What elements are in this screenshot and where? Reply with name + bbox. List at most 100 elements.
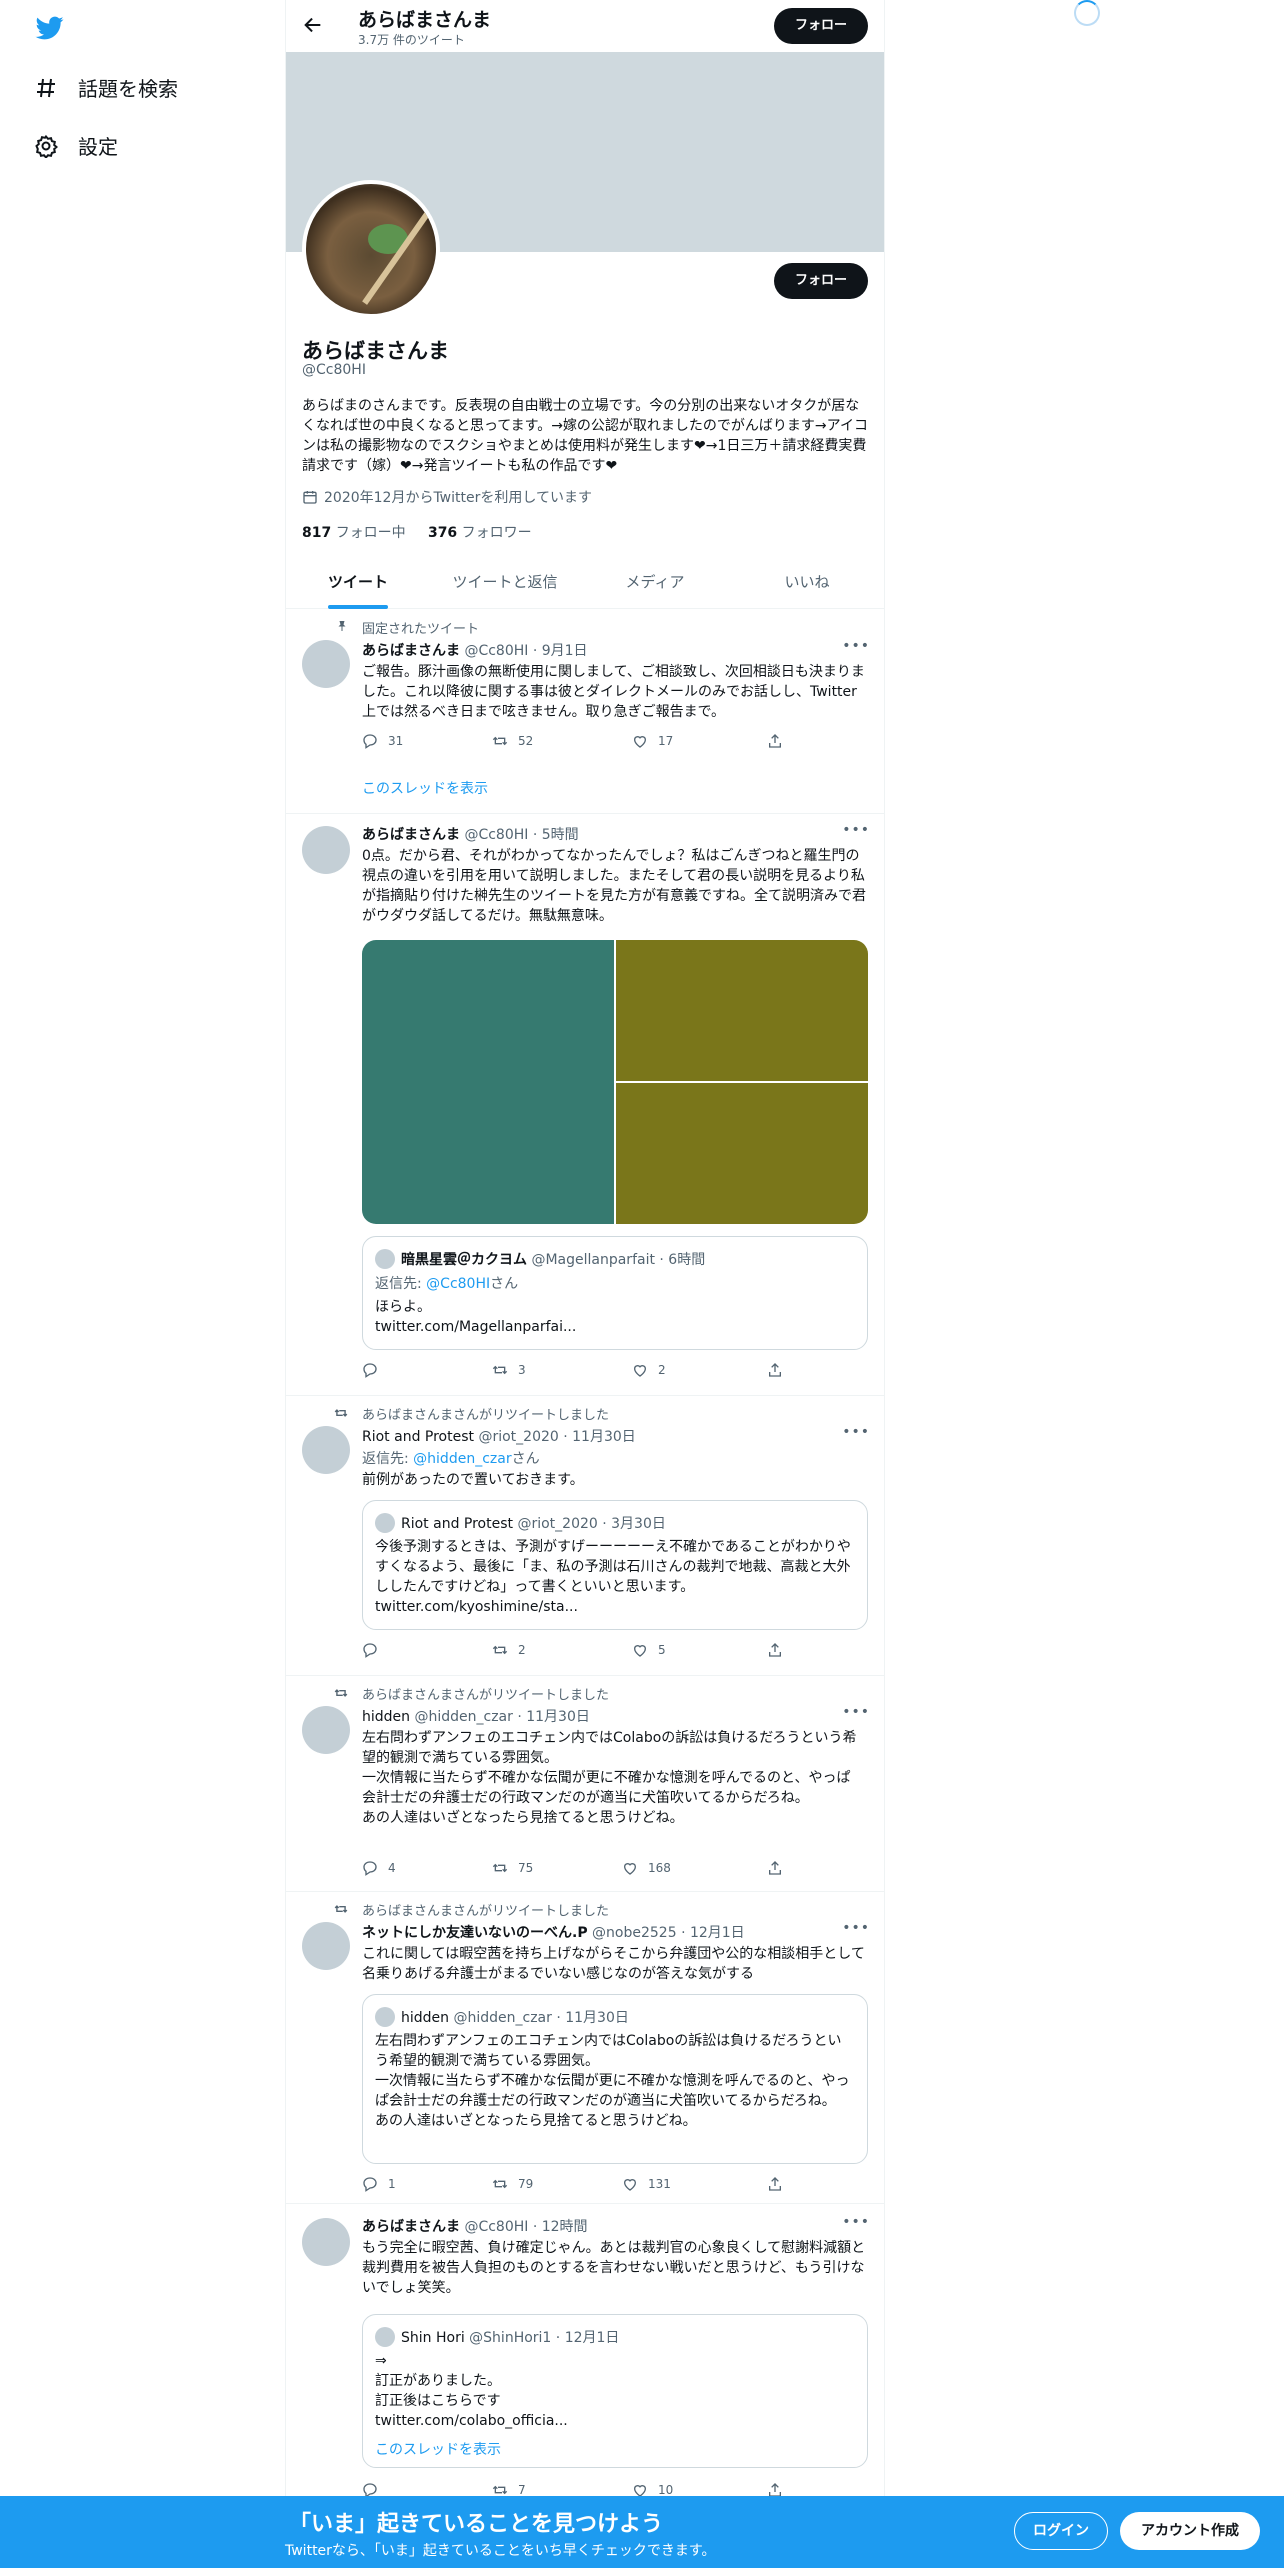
reply-count: 31 <box>388 734 404 748</box>
tweet[interactable]: あらばまさんまさんがリツイートしました hidden @hidden_czar … <box>286 1676 884 1892</box>
reply-button[interactable]: 31 <box>362 733 403 749</box>
follow-stats: 817 フォロー中 376 フォロワー <box>302 522 532 542</box>
tweet[interactable]: あらばまさんま @Cc80HI · 12時間 ••• もう完全に暇空茜、負け確定… <box>286 2204 884 2504</box>
more-options-icon[interactable]: ••• <box>842 1704 870 1720</box>
like-button[interactable]: 168 <box>622 1860 671 1876</box>
share-button[interactable] <box>767 733 783 749</box>
retweet-button[interactable]: 52 <box>492 733 533 749</box>
login-button[interactable]: ログイン <box>1014 2512 1108 2550</box>
retweet-button[interactable]: 75 <box>492 1860 533 1876</box>
more-options-icon[interactable]: ••• <box>842 1920 870 1936</box>
like-button[interactable]: 131 <box>622 2176 671 2192</box>
retweet-context[interactable]: あらばまさんまさんがリツイートしました <box>362 1404 609 1423</box>
twitter-bird-icon[interactable] <box>34 14 66 42</box>
avatar-image-detail <box>362 203 436 305</box>
share-button[interactable] <box>767 1860 783 1876</box>
tweet[interactable]: あらばまさんまさんがリツイートしました ネットにしか友達いないのーべん.P @n… <box>286 1892 884 2204</box>
avatar[interactable] <box>302 1426 350 1474</box>
more-options-icon[interactable]: ••• <box>842 2214 870 2230</box>
following-link[interactable]: 817 フォロー中 <box>302 525 406 541</box>
back-arrow-icon[interactable] <box>302 14 324 36</box>
author-handle-time: @Cc80HI · 12時間 <box>464 2219 588 2235</box>
header-follow-button[interactable]: フォロー <box>774 8 868 44</box>
tab-likes[interactable]: いいね <box>730 556 884 609</box>
sidebar-item-settings[interactable]: 設定 <box>34 131 118 160</box>
reply-button[interactable]: 1 <box>362 2176 396 2192</box>
profile-bio: あらばまのさんまです。反表現の自由戦士の立場です。今の分別の出来ないオタクが居な… <box>302 398 868 474</box>
reply-button[interactable] <box>362 1362 388 1378</box>
show-thread-link[interactable]: このスレッドを表示 <box>362 778 488 798</box>
more-options-icon[interactable]: ••• <box>842 1424 870 1440</box>
author-name[interactable]: hidden <box>362 1709 410 1725</box>
tweet[interactable]: あらばまさんまさんがリツイートしました Riot and Protest @ri… <box>286 1396 884 1676</box>
followers-count: 376 <box>427 525 458 541</box>
profile-avatar[interactable] <box>302 180 440 318</box>
reply-to-line: 返信先: @hidden_czarさん <box>362 1448 540 1468</box>
tab-media[interactable]: メディア <box>580 556 730 609</box>
joined-date: 2020年12月からTwitterを利用しています <box>302 487 592 507</box>
media-image[interactable] <box>616 1083 868 1224</box>
tab-tweets-and-replies[interactable]: ツイートと返信 <box>430 556 580 609</box>
avatar[interactable] <box>302 1706 350 1754</box>
quote-text: 今後予測するときは、予測がすげーーーーーえ不確かであることがわかりやすくなるよう… <box>375 1539 851 1615</box>
retweet-button[interactable]: 79 <box>492 2176 533 2192</box>
quoted-tweet[interactable]: Riot and Protest @riot_2020 · 3月30日 今後予測… <box>362 1500 868 1630</box>
author-handle-time: @hidden_czar · 11月30日 <box>414 1709 590 1725</box>
retweet-icon <box>492 2179 508 2189</box>
avatar[interactable] <box>302 1922 350 1970</box>
author-name[interactable]: あらばまさんま <box>362 2219 460 2235</box>
more-options-icon[interactable]: ••• <box>842 822 870 838</box>
following-label: フォロー中 <box>335 525 406 541</box>
retweet-count: 3 <box>518 1363 526 1377</box>
more-options-icon[interactable]: ••• <box>842 638 870 654</box>
share-button[interactable] <box>767 2176 783 2192</box>
sidebar-item-explore[interactable]: 話題を検索 <box>34 73 178 102</box>
avatar[interactable] <box>302 640 350 688</box>
author-name[interactable]: ネットにしか友達いないのーべん.P <box>362 1925 588 1941</box>
author-name[interactable]: あらばまさんま <box>362 827 460 843</box>
author-name[interactable]: あらばまさんま <box>362 643 460 659</box>
retweet-button[interactable]: 2 <box>492 1642 526 1658</box>
calendar-icon <box>303 491 317 504</box>
tab-tweets[interactable]: ツイート <box>286 556 430 609</box>
quoted-tweet[interactable]: 暗黒星雲＠カクヨム @Magellanparfait · 6時間 返信先: @C… <box>362 1236 868 1350</box>
retweet-context[interactable]: あらばまさんまさんがリツイートしました <box>362 1684 609 1703</box>
reply-prefix: 返信先: <box>375 1276 427 1292</box>
author-handle-time: @riot_2020 · 11月30日 <box>478 1429 636 1445</box>
share-button[interactable] <box>767 1642 783 1658</box>
media-image[interactable] <box>616 940 868 1081</box>
reply-to-link[interactable]: @Cc80HI <box>426 1276 490 1292</box>
media-image[interactable] <box>362 940 614 1224</box>
profile-follow-button[interactable]: フォロー <box>774 263 868 299</box>
share-icon <box>769 734 781 748</box>
author-name[interactable]: Riot and Protest <box>362 1429 474 1445</box>
retweet-count: 2 <box>518 1643 526 1657</box>
avatar[interactable] <box>302 2218 350 2266</box>
reply-icon <box>363 734 377 749</box>
tweet[interactable]: あらばまさんま @Cc80HI · 5時間 ••• 0点。だから君、それがわかっ… <box>286 814 884 1396</box>
avatar[interactable] <box>302 826 350 874</box>
media-grid[interactable] <box>362 940 868 1224</box>
tweet-actions: 2 5 <box>362 1642 792 1662</box>
reply-to-link[interactable]: @hidden_czar <box>413 1451 511 1467</box>
reply-button[interactable]: 4 <box>362 1860 396 1876</box>
retweet-icon <box>492 1863 508 1873</box>
signup-button[interactable]: アカウント作成 <box>1120 2512 1260 2550</box>
retweet-context[interactable]: あらばまさんまさんがリツイートしました <box>362 1900 609 1919</box>
reply-button[interactable] <box>362 1642 388 1658</box>
like-button[interactable]: 17 <box>632 733 673 749</box>
show-thread-link[interactable]: このスレッドを表示 <box>375 2439 501 2459</box>
heart-icon <box>633 1645 647 1657</box>
quote-author-handle: @hidden_czar · 11月30日 <box>453 2010 629 2026</box>
quoted-tweet[interactable]: hidden @hidden_czar · 11月30日 左右問わずアンフェのエ… <box>362 1994 868 2164</box>
like-button[interactable]: 2 <box>632 1362 666 1378</box>
retweet-icon <box>334 1689 348 1697</box>
followers-link[interactable]: 376 フォロワー <box>428 525 532 541</box>
share-button[interactable] <box>767 1362 783 1378</box>
quoted-tweet[interactable]: Shin Hori @ShinHori1 · 12月1日 ⇒ 訂正がありました。… <box>362 2314 868 2468</box>
retweet-button[interactable]: 3 <box>492 1362 526 1378</box>
reply-to-line: 返信先: @Cc80HIさん <box>375 1273 518 1293</box>
tweet[interactable]: 固定されたツイート あらばまさんま @Cc80HI · 9月1日 ••• ご報告… <box>286 610 884 814</box>
heart-icon <box>623 1863 637 1875</box>
like-button[interactable]: 5 <box>632 1642 666 1658</box>
